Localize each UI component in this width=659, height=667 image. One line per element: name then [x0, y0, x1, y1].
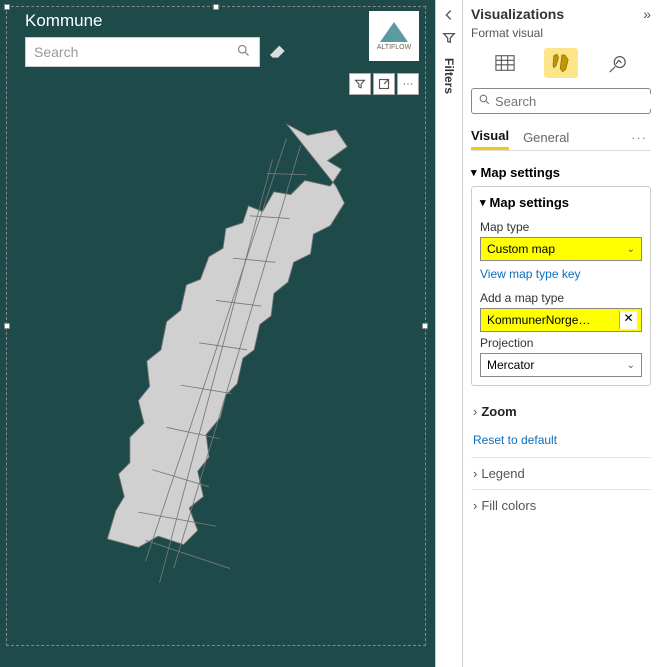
chevron-down-icon: ▾ [471, 166, 477, 179]
section-map-settings[interactable]: ▾ Map settings [471, 159, 651, 186]
chevron-right-icon: › [473, 466, 477, 481]
vendor-logo: ALTIFLOW [369, 11, 419, 61]
clear-map-file-button[interactable]: ✕ [619, 311, 637, 329]
visual-toolbar: ··· [349, 73, 419, 95]
filter-button[interactable] [349, 73, 371, 95]
format-visual-subtitle: Format visual [471, 26, 651, 40]
section-label: Fill colors [481, 498, 536, 513]
format-mode-selector [471, 48, 651, 78]
map-visual-container[interactable]: Kommune ALTIFLOW ··· [6, 6, 426, 646]
map-type-value: Custom map [487, 242, 555, 256]
add-map-type-value: KommunerNorge… [487, 313, 590, 327]
build-visual-icon[interactable] [488, 48, 522, 78]
section-label: Legend [481, 466, 524, 481]
chevron-down-icon: ▾ [480, 196, 486, 209]
format-search-box[interactable] [471, 88, 651, 114]
focus-button[interactable] [373, 73, 395, 95]
visual-title: Kommune [25, 11, 407, 31]
analytics-icon[interactable] [600, 48, 634, 78]
chevron-down-icon: ⌄ [627, 360, 635, 371]
expand-filters-chevron-icon[interactable] [442, 8, 456, 25]
eraser-icon[interactable] [270, 44, 286, 61]
map-settings-card: ▾ Map settings Map type Custom map ⌄ Vie… [471, 186, 651, 386]
chevron-right-icon: › [473, 498, 477, 513]
tab-more[interactable]: ··· [631, 130, 651, 145]
section-fill-colors[interactable]: › Fill colors [471, 489, 651, 521]
view-map-type-key-link[interactable]: View map type key [480, 267, 581, 281]
more-options-button[interactable]: ··· [397, 73, 419, 95]
format-tabs: Visual General ··· [471, 124, 651, 151]
vendor-logo-label: ALTIFLOW [377, 44, 411, 51]
section-zoom[interactable]: › Zoom [471, 396, 651, 427]
visualizations-title: Visualizations [471, 6, 564, 22]
reset-to-default-link[interactable]: Reset to default [471, 427, 651, 457]
tab-visual[interactable]: Visual [471, 124, 509, 150]
visualizations-pane: Visualizations » Format visual [463, 0, 659, 667]
map-region[interactable] [37, 117, 395, 625]
add-map-type-label: Add a map type [480, 291, 642, 305]
section-label: Zoom [481, 404, 516, 419]
search-icon [478, 93, 491, 109]
collapse-pane-chevron-icon[interactable]: » [643, 6, 651, 22]
format-search-input[interactable] [495, 94, 659, 109]
map-type-label: Map type [480, 220, 642, 234]
search-icon [236, 43, 251, 61]
projection-label: Projection [480, 336, 642, 350]
filters-pane-collapsed[interactable]: Filters [435, 0, 463, 667]
visual-search-box[interactable] [25, 37, 260, 67]
section-legend[interactable]: › Legend [471, 457, 651, 489]
format-visual-icon[interactable] [544, 48, 578, 78]
chevron-down-icon: ⌄ [627, 244, 635, 255]
report-canvas: Kommune ALTIFLOW ··· [0, 0, 435, 667]
section-label: Map settings [481, 165, 560, 180]
projection-value: Mercator [487, 358, 534, 372]
visual-search-input[interactable] [34, 44, 236, 60]
filters-pane-label: Filters [442, 58, 456, 94]
subsection-label: Map settings [490, 195, 569, 210]
chevron-right-icon: › [473, 404, 477, 419]
tab-general[interactable]: General [523, 126, 569, 149]
subsection-map-settings[interactable]: ▾ Map settings [480, 195, 642, 216]
add-map-type-input[interactable]: KommunerNorge… ✕ [480, 308, 642, 332]
filters-icon [442, 31, 456, 48]
map-type-dropdown[interactable]: Custom map ⌄ [480, 237, 642, 261]
projection-dropdown[interactable]: Mercator ⌄ [480, 353, 642, 377]
